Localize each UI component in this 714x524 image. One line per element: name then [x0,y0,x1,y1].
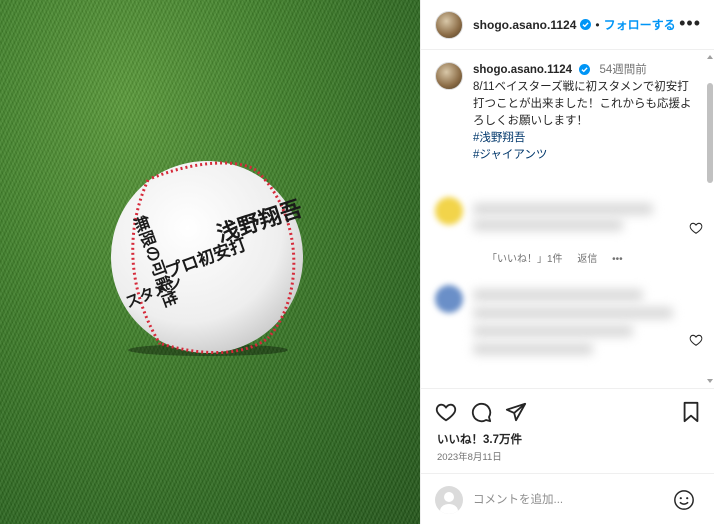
caption-body: shogo.asano.1124 54週間前 8/11ベイスターズ戦に初スタメン… [473,62,695,164]
avatar [435,486,463,514]
share-send-icon[interactable] [505,401,527,423]
post-header: shogo.asano.1124 • フォローする ••• [421,0,714,50]
like-count[interactable]: いいね！3.7万件 [437,431,522,447]
comment-more-icon[interactable]: ••• [612,254,623,265]
emoji-icon[interactable] [673,489,695,511]
bookmark-icon[interactable] [681,401,701,423]
follow-button[interactable]: フォローする [604,16,676,33]
default-user-icon [440,492,458,514]
comments-scroll-area[interactable]: shogo.asano.1124 54週間前 8/11ベイスターズ戦に初スタメン… [421,51,714,388]
verified-badge-icon [579,64,591,76]
blurred-comment-text [473,289,643,301]
comment-item [435,285,703,375]
action-area: いいね！3.7万件 2023年8月11日 [421,388,714,524]
hashtag-link[interactable]: #ジャイアンツ [473,147,695,164]
avatar[interactable] [435,10,463,39]
verified-badge-icon [580,19,592,30]
caption: shogo.asano.1124 54週間前 8/11ベイスターズ戦に初スタメン… [435,62,695,164]
comment-bar [421,473,714,524]
blurred-comment-text [473,203,653,215]
comment-like-count[interactable]: 「いいね！」1件 [487,254,563,265]
header-separator: • [595,17,600,32]
avatar[interactable] [435,62,463,90]
hashtag-link[interactable]: #浅野翔吾 [473,130,695,147]
like-comment-icon[interactable] [689,333,703,347]
caption-username[interactable]: shogo.asano.1124 [473,64,572,76]
blurred-comment-text [473,343,593,355]
post-date: 2023年8月11日 [437,452,502,463]
comment-input[interactable] [473,490,663,510]
scrollbar-thumb[interactable] [707,83,713,183]
avatar[interactable] [435,285,463,313]
scroll-up-arrow-icon[interactable] [707,55,713,59]
comment-meta: 「いいね！」1件 返信 ••• [487,250,635,265]
post-age: 54週間前 [599,64,647,76]
more-options-icon[interactable]: ••• [679,14,701,32]
blurred-comment-text [473,219,623,231]
blurred-comment-text [473,307,673,319]
baseball-image: 浅野翔吾 無限の可能性 プロ初安打 スタメン [111,161,306,356]
like-heart-icon[interactable] [435,401,457,423]
scroll-down-arrow-icon[interactable] [707,379,713,383]
post-side-panel: shogo.asano.1124 • フォローする ••• shogo.asan… [420,0,714,524]
post-photo[interactable]: 浅野翔吾 無限の可能性 プロ初安打 スタメン [0,0,420,524]
comment-bubble-icon[interactable] [470,401,492,423]
comment-item: 「いいね！」1件 返信 ••• [435,197,703,267]
avatar[interactable] [435,197,463,225]
scrollbar[interactable] [707,55,713,383]
caption-text: 8/11ベイスターズ戦に初スタメンで初安打打つことが出来ました！これからも応援よ… [473,81,692,127]
blurred-comment-text [473,325,633,337]
reply-button[interactable]: 返信 [577,254,597,265]
like-comment-icon[interactable] [689,221,703,235]
header-username[interactable]: shogo.asano.1124 [473,18,576,32]
